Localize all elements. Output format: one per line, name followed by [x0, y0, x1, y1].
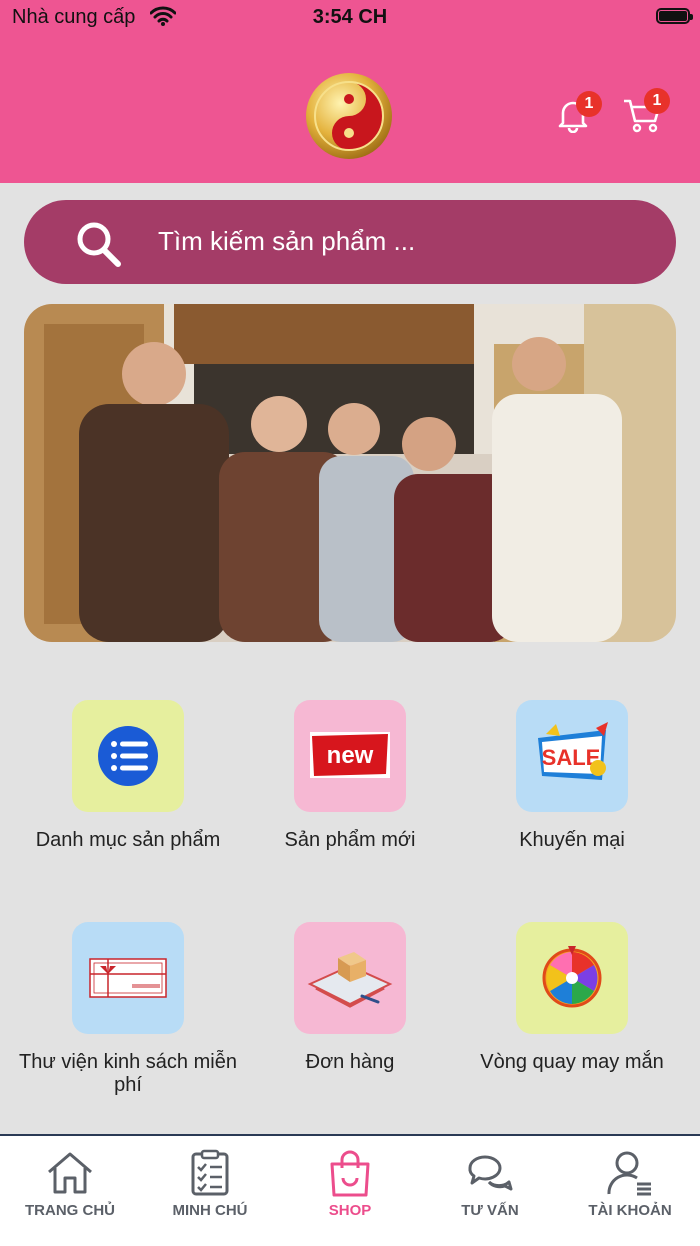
- tile-icon-bg[interactable]: new: [294, 700, 406, 812]
- tile-icon-bg[interactable]: [72, 700, 184, 812]
- search-bar[interactable]: Tìm kiếm sản phẩm ...: [24, 200, 676, 284]
- banner-photo: [24, 304, 676, 642]
- tile-label: Khuyến mại: [519, 829, 625, 851]
- tab-label: TRANG CHỦ: [25, 1202, 115, 1219]
- tab-tu-van[interactable]: TƯ VẤN: [420, 1136, 560, 1246]
- tile-label: Đơn hàng: [305, 1051, 395, 1073]
- tile-label: Vòng quay may mắn: [480, 1051, 664, 1073]
- tile-icon-bg[interactable]: [294, 922, 406, 1034]
- tab-label: TƯ VẤN: [461, 1202, 519, 1219]
- search-input[interactable]: Tìm kiếm sản phẩm ...: [158, 226, 415, 257]
- checklist-icon: [191, 1149, 229, 1196]
- bottom-tab-bar: TRANG CHỦ MINH CHÚ SHOP TƯ VẤN TÀI KHOẢN: [0, 1134, 700, 1246]
- battery-icon: [656, 8, 693, 24]
- tile-icon-bg[interactable]: SALE: [516, 700, 628, 812]
- shopping-bag-icon: [330, 1150, 370, 1197]
- svg-text:new: new: [327, 742, 374, 769]
- lucky-wheel-icon: [542, 946, 602, 1008]
- search-icon: [77, 222, 121, 267]
- chat-icon: [468, 1155, 513, 1191]
- tab-minh-chu[interactable]: MINH CHÚ: [140, 1136, 280, 1246]
- cart-badge: 1: [644, 88, 670, 114]
- notification-badge: 1: [576, 91, 602, 117]
- voucher-icon: [89, 958, 167, 998]
- tile-label: Sản phẩm mới: [284, 829, 416, 851]
- order-box-icon: [307, 952, 393, 1008]
- tab-account[interactable]: TÀI KHOẢN: [560, 1136, 700, 1246]
- brand-logo[interactable]: [305, 72, 393, 160]
- tab-label: MINH CHÚ: [172, 1202, 248, 1219]
- promo-banner[interactable]: [24, 304, 676, 642]
- sale-icon: SALE: [538, 722, 608, 780]
- tile-label: Thư viện kinh sách miễn phí: [19, 1051, 237, 1096]
- tab-home[interactable]: TRANG CHỦ: [0, 1136, 140, 1246]
- clock: 3:54 CH: [312, 6, 388, 28]
- tile-icon-bg[interactable]: [516, 922, 628, 1034]
- tab-label: SHOP: [328, 1202, 372, 1219]
- account-icon: [607, 1151, 651, 1196]
- tab-shop[interactable]: SHOP: [280, 1136, 420, 1246]
- list-icon: [98, 726, 158, 786]
- home-icon: [48, 1152, 92, 1194]
- tab-label: TÀI KHOẢN: [588, 1202, 672, 1219]
- new-icon: new: [310, 732, 390, 778]
- tile-icon-bg[interactable]: [72, 922, 184, 1034]
- tile-label: Danh mục sản phẩm: [35, 829, 221, 851]
- status-bar: Nhà cung cấp 3:54 CH: [0, 0, 700, 36]
- app-header: Nhà cung cấp 3:54 CH 1 1: [0, 0, 700, 183]
